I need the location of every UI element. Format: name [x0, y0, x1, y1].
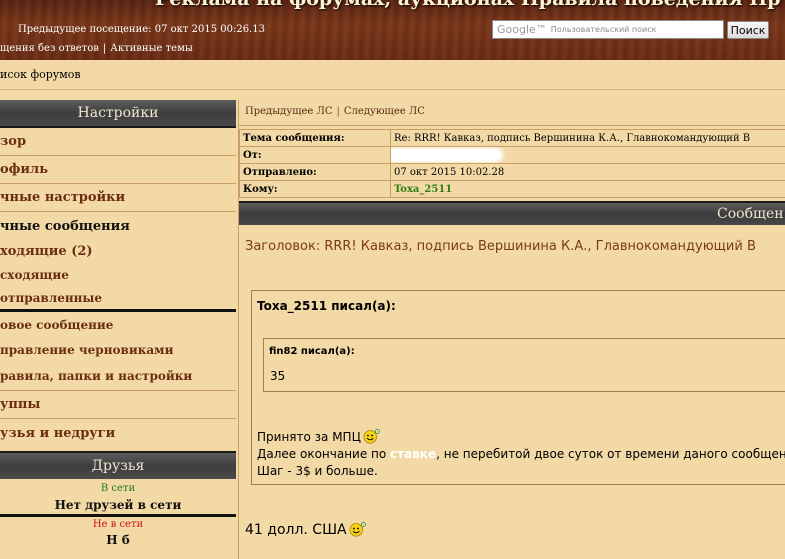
sidebar-item-inbox[interactable]: ходящие (2)	[0, 240, 236, 262]
reply-text-value: 41 долл. США	[245, 522, 347, 538]
header-nav-title[interactable]: Реклама на форумах, аукционах Правила по…	[155, 0, 781, 10]
from-value	[390, 146, 785, 164]
smiley-flower-icon	[363, 429, 380, 444]
to-value: Toxa_2511	[390, 180, 785, 198]
active-topics-link[interactable]: Активные темы	[110, 43, 193, 54]
offline-list-text: Н б	[106, 533, 130, 547]
sidebar-item-new-message[interactable]: овое сообщение	[0, 312, 236, 337]
previous-pm-link[interactable]: Предыдущее ЛС	[245, 106, 333, 117]
quote-author: Toxa_2511 писал(а):	[257, 299, 396, 313]
sidebar-item-profile[interactable]: офиль	[0, 156, 236, 184]
separator: |	[336, 106, 340, 117]
sidebar: Настройки зор офиль чные настройки чные …	[0, 100, 236, 559]
quote-line-2-end: , не перебитой двое суток от времени дан…	[436, 447, 785, 461]
recipient-link[interactable]: Toxa_2511	[394, 184, 452, 195]
nested-quote-text: 35	[270, 369, 286, 383]
offline-label: Не в сети	[92, 519, 144, 530]
meta-row-to: Кому: Toxa_2511	[239, 180, 785, 198]
nested-quote-author: fin82 писал(а):	[269, 346, 355, 357]
message-section-title: Сообщен	[717, 206, 784, 222]
sidebar-item-rules[interactable]: равила, папки и настройки	[0, 362, 236, 391]
smiley-flower-icon	[349, 522, 366, 537]
search-input[interactable]: Google™ Пользовательский поиск	[492, 20, 724, 39]
sidebar-item-overview[interactable]: зор	[0, 128, 236, 156]
subject-value: Re: RRR! Кавказ, подпись Вершинина К.А.,…	[390, 129, 785, 147]
from-label: От:	[239, 146, 391, 164]
message-panel: Предыдущее ЛС | Следующее ЛС Тема сообщени…	[238, 100, 785, 559]
search-button[interactable]: Поиск	[727, 21, 769, 39]
sidebar-item-outbox[interactable]: сходящие	[0, 262, 236, 287]
friends-header: Друзья	[0, 451, 236, 479]
search-placeholder: Пользовательский поиск	[550, 25, 657, 34]
sent-label: Отправлено:	[239, 163, 391, 181]
quote-body: Принято за МПЦ Далее окончание по ставке…	[257, 427, 785, 480]
nested-quote-block: fin82 писал(а): 35	[263, 338, 785, 392]
meta-row-sent: Отправлено: 07 окт 2015 10:02.28	[239, 163, 785, 181]
forum-index-link[interactable]: исок форумов	[0, 68, 81, 81]
settings-header: Настройки	[0, 100, 236, 128]
stake-link[interactable]: ставке	[390, 447, 436, 461]
subject-label: Тема сообщения:	[239, 129, 391, 147]
sidebar-item-sent[interactable]: отправленные	[0, 287, 236, 312]
meta-row-subject: Тема сообщения: Re: RRR! Кавказ, подпись…	[239, 129, 785, 147]
separator: |	[102, 43, 107, 54]
online-label: В сети	[100, 483, 136, 494]
previous-visit-text: Предыдущее посещение: 07 окт 2015 00:26.…	[18, 24, 265, 35]
quote-line-3: Шаг - 3$ и больше.	[257, 464, 378, 478]
sidebar-item-personal-settings[interactable]: чные настройки	[0, 184, 236, 212]
quote-line-2-start: Далее окончание по	[257, 447, 391, 461]
meta-row-from: От:	[239, 146, 785, 164]
pm-navigation: Предыдущее ЛС | Следующее ЛС	[239, 100, 785, 126]
unanswered-link[interactable]: щения без ответов	[0, 43, 99, 54]
reply-text: 41 долл. США	[245, 520, 367, 538]
message-section-header: Сообщен	[239, 201, 785, 225]
sidebar-item-groups[interactable]: уппы	[0, 391, 236, 419]
redacted-sender	[391, 150, 500, 160]
sent-value: 07 окт 2015 10:02.28	[390, 163, 785, 181]
google-logo: Google™	[497, 23, 547, 36]
no-friends-online-text: Нет друзей в сети	[0, 495, 236, 517]
sidebar-item-drafts[interactable]: правление черновиками	[0, 337, 236, 362]
message-heading: Заголовок: RRR! Кавказ, подпись Вершинин…	[245, 239, 756, 254]
quote-line-2: Далее окончание по ставке, не перебитой …	[257, 446, 785, 463]
breadcrumb: исок форумов	[0, 60, 785, 90]
quote-line-1: Принято за МПЦ	[257, 427, 785, 446]
site-header: Реклама на форумах, аукционах Правила по…	[0, 0, 785, 60]
next-pm-link[interactable]: Следующее ЛС	[344, 106, 425, 117]
header-links: щения без ответов | Активные темы	[0, 43, 193, 54]
sidebar-item-friends-foes[interactable]: узья и недруги	[0, 419, 236, 447]
quote-line-1-text: Принято за МПЦ	[257, 430, 361, 444]
quote-block: Toxa_2511 писал(а): fin82 писал(а): 35 П…	[251, 290, 785, 485]
sidebar-item-private-messages[interactable]: чные сообщения	[0, 212, 236, 240]
message-meta-table: Тема сообщения: Re: RRR! Кавказ, подпись…	[239, 129, 785, 198]
to-label: Кому:	[239, 180, 391, 198]
